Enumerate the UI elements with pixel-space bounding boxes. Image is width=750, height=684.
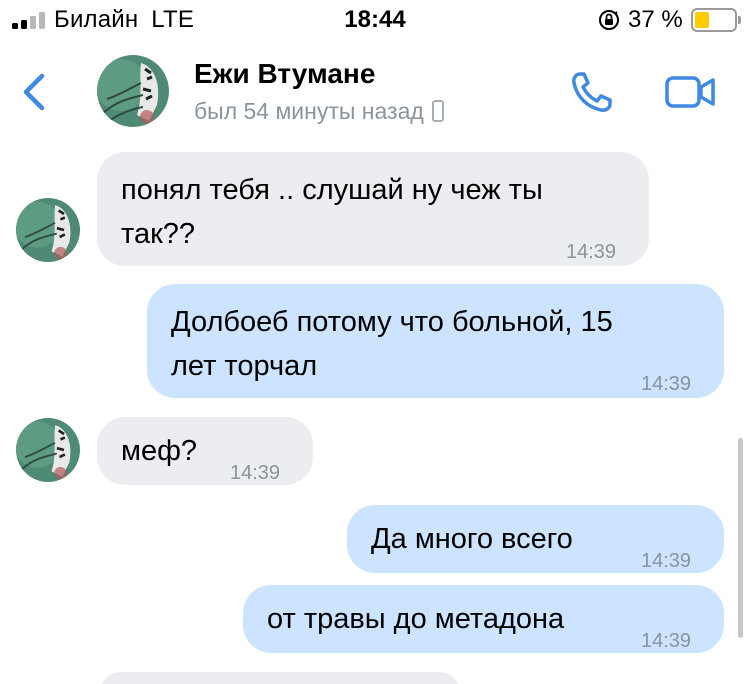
mobile-device-icon: [431, 100, 444, 122]
avatar[interactable]: [97, 55, 169, 127]
message-time: 14:39: [641, 550, 692, 572]
contact-name[interactable]: Ежи Втумане: [194, 58, 375, 90]
back-icon[interactable]: [20, 70, 50, 114]
chat-header: Ежи Втумане был 54 минуты назад: [0, 40, 750, 140]
call-icon[interactable]: [570, 70, 618, 114]
message-bubble-outgoing[interactable]: от травы до метадона 14:39: [243, 585, 724, 653]
battery-fill: [695, 12, 709, 28]
message-time: 14:39: [230, 462, 281, 484]
status-bar: Билайн LTE 18:44 37 %: [0, 0, 750, 40]
message-time: 14:39: [641, 373, 692, 395]
message-text: Да много всего: [371, 523, 573, 555]
message-time: 14:39: [641, 630, 692, 652]
message-time: 14:39: [566, 241, 617, 263]
message-text: меф?: [121, 435, 198, 467]
message-bubble-incoming[interactable]: понял тебя .. слушай ну чеж ты так?? 14:…: [97, 152, 649, 266]
scrollbar[interactable]: [738, 438, 743, 638]
message-text: от травы до метадона: [267, 603, 565, 635]
message-bubble-incoming[interactable]: меф? 14:39: [97, 417, 313, 485]
message-text: Долбоеб потому что больной, 15 лет торча…: [171, 306, 613, 382]
message-bubble-outgoing[interactable]: Долбоеб потому что больной, 15 лет торча…: [147, 284, 724, 398]
message-bubble-incoming-partial[interactable]: [100, 672, 460, 684]
message-bubble-outgoing[interactable]: Да много всего 14:39: [347, 505, 724, 573]
battery-icon: [691, 8, 741, 32]
last-seen-text: был 54 минуты назад: [194, 98, 424, 124]
avatar[interactable]: [16, 418, 80, 482]
orientation-lock-icon: [599, 10, 619, 30]
last-seen-status: был 54 минуты назад: [194, 98, 444, 125]
battery-percent: 37 %: [628, 6, 683, 33]
avatar[interactable]: [16, 198, 80, 262]
message-text: понял тебя .. слушай ну чеж ты так??: [121, 174, 543, 250]
video-call-icon[interactable]: [665, 74, 717, 110]
